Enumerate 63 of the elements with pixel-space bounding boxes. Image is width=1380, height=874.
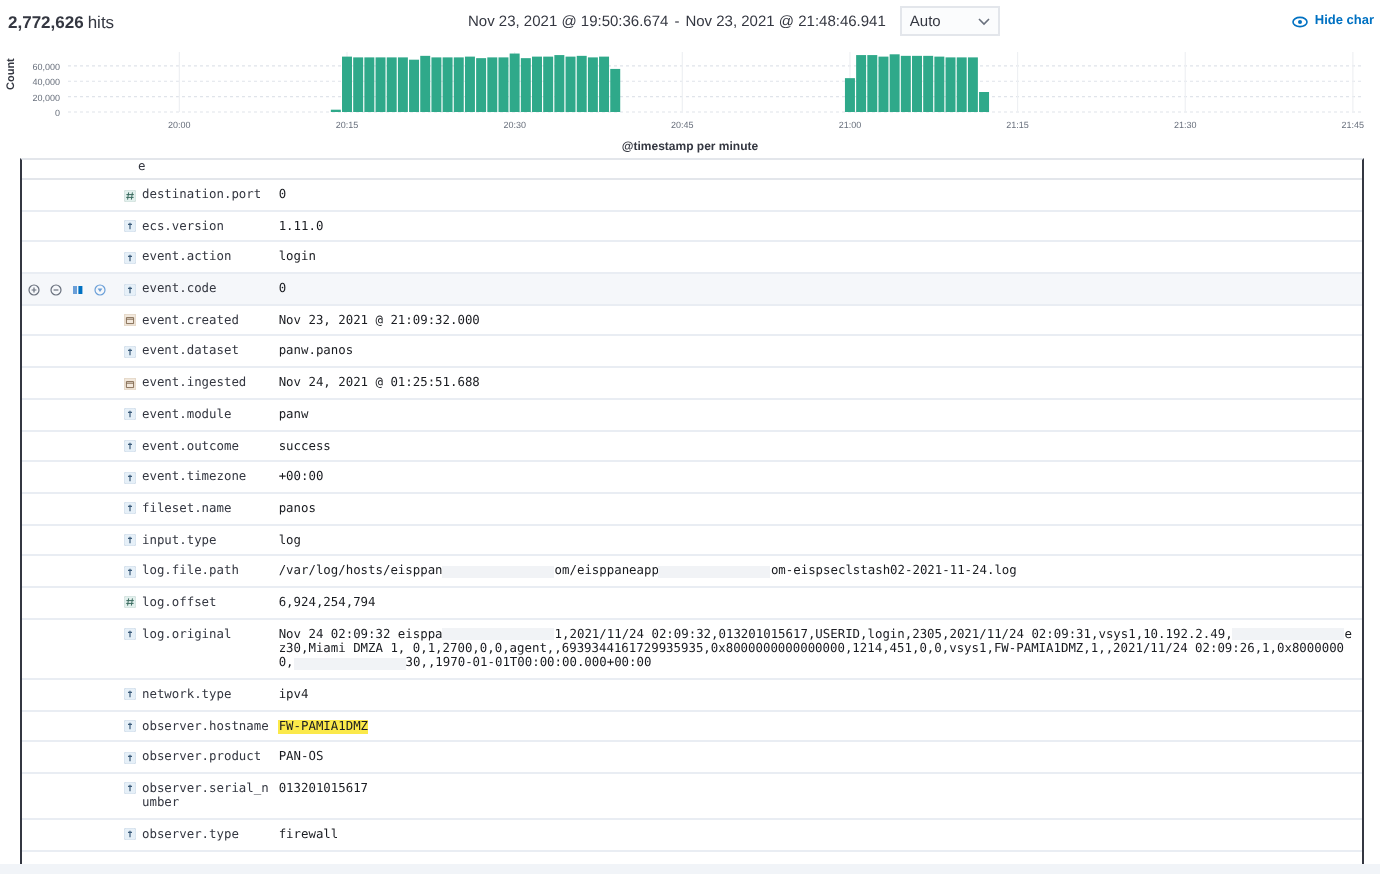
- histogram-bar[interactable]: [900, 55, 911, 112]
- histogram-bar[interactable]: [967, 57, 978, 112]
- columns-icon[interactable]: [72, 284, 84, 297]
- histogram-bar[interactable]: [353, 57, 364, 112]
- histogram-bar[interactable]: [599, 56, 610, 112]
- histogram-bar[interactable]: [464, 56, 475, 112]
- histogram-bar[interactable]: [878, 56, 889, 112]
- text-type-icon: [124, 720, 136, 733]
- histogram-bar[interactable]: [364, 57, 375, 112]
- zoom-out-icon[interactable]: [50, 284, 62, 297]
- histogram-bar[interactable]: [431, 57, 442, 112]
- histogram-bar[interactable]: [923, 55, 934, 112]
- histogram-bar[interactable]: [576, 55, 587, 112]
- histogram-bar[interactable]: [476, 58, 487, 112]
- text-type-icon: [124, 828, 136, 841]
- histogram-bar[interactable]: [386, 57, 397, 112]
- histogram-bar[interactable]: [375, 57, 386, 112]
- histogram-bar[interactable]: [867, 55, 878, 112]
- text-type-icon: [124, 220, 136, 233]
- histogram-bar[interactable]: [543, 56, 554, 112]
- histogram-bar[interactable]: [509, 53, 520, 112]
- text-type-icon: [124, 565, 136, 578]
- histogram-bar[interactable]: [945, 57, 956, 112]
- histogram-bar[interactable]: [856, 55, 867, 112]
- text-type-icon: [124, 408, 136, 421]
- histogram-bar[interactable]: [934, 56, 945, 112]
- histogram-bar[interactable]: [498, 57, 509, 112]
- text-type-icon: [124, 502, 136, 515]
- histogram-bar[interactable]: [889, 54, 900, 112]
- zoom-in-icon[interactable]: [28, 284, 40, 297]
- histogram-bar[interactable]: [610, 68, 621, 112]
- calendar-icon: [124, 314, 136, 327]
- histogram-bar[interactable]: [979, 92, 990, 112]
- number-type-icon: [124, 189, 136, 201]
- histogram-bar[interactable]: [487, 57, 498, 112]
- eye-icon: [1292, 15, 1309, 27]
- histogram-bar[interactable]: [397, 57, 408, 112]
- text-type-icon: [124, 283, 136, 296]
- text-type-icon: [124, 251, 136, 264]
- histogram-bar[interactable]: [409, 59, 420, 112]
- text-type-icon: [124, 688, 136, 701]
- histogram-bar[interactable]: [420, 55, 431, 112]
- text-type-icon: [124, 751, 136, 764]
- histogram-bar[interactable]: [442, 57, 453, 112]
- histogram-bar[interactable]: [587, 57, 598, 112]
- chevron-down-icon: [977, 17, 990, 25]
- text-type-icon: [124, 440, 136, 452]
- hits-label: hits: [87, 11, 115, 31]
- histogram-bar[interactable]: [844, 78, 855, 112]
- text-type-icon: [124, 345, 136, 358]
- text-type-icon: [124, 628, 136, 641]
- number-type-icon: [124, 596, 136, 609]
- histogram-bar[interactable]: [956, 57, 967, 112]
- hits-count: 2,772,626: [8, 11, 84, 31]
- histogram-bar[interactable]: [520, 58, 531, 112]
- text-type-icon: [124, 782, 136, 795]
- calendar-icon: [124, 377, 136, 390]
- text-type-icon: [124, 534, 136, 547]
- text-type-icon: [124, 471, 136, 484]
- histogram-bar[interactable]: [565, 56, 576, 112]
- filter-icon[interactable]: [94, 284, 106, 297]
- histogram-bar[interactable]: [453, 57, 464, 112]
- histogram-bar[interactable]: [554, 55, 565, 112]
